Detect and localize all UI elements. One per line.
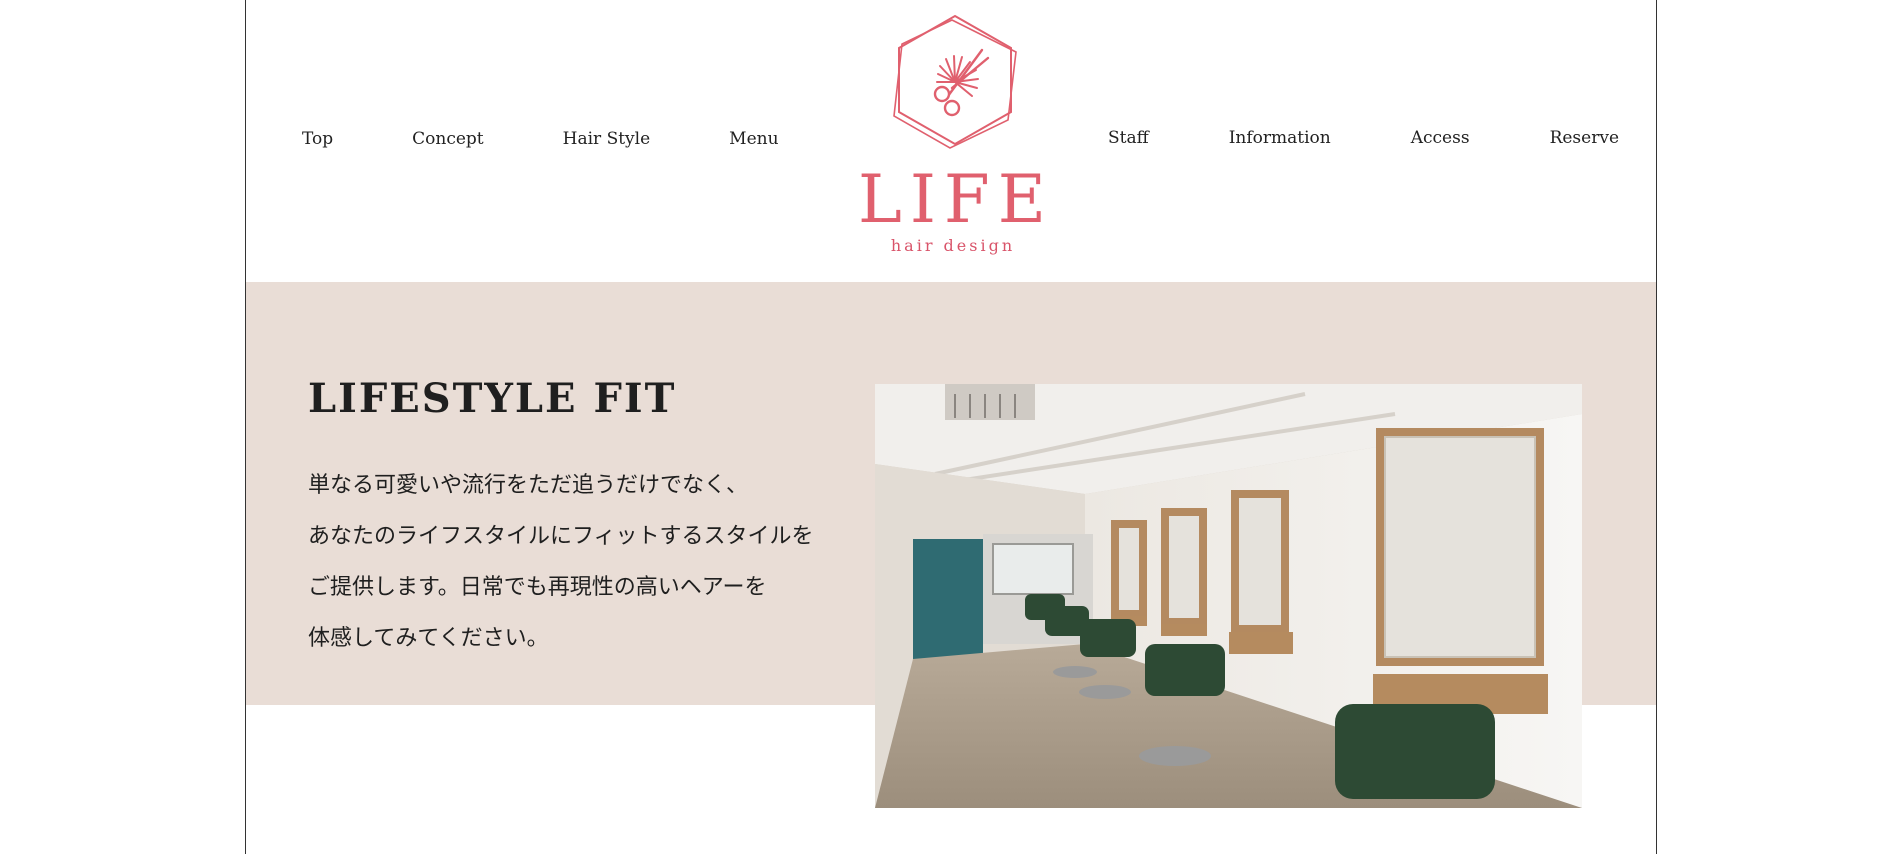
scissors-hexagon-icon [893,14,1017,149]
hero-text-line: 単なる可愛いや流行をただ追うだけでなく、 [308,473,749,498]
salon-interior-photo [875,384,1582,808]
nav-menu[interactable]: Menu [729,129,778,149]
hero-title: LIFESTYLE FIT [308,375,677,422]
page-frame: Top Concept Hair Style Menu LIFE hair de… [245,0,1657,854]
hero-text-line: ご提供します。日常でも再現性の高いヘアーを [308,575,767,600]
nav-right: Staff Information Access Reserve [1108,128,1619,148]
nav-staff[interactable]: Staff [1108,128,1149,148]
logo-wordmark: LIFE [858,161,1054,238]
logo-tagline: hair design [890,236,1016,255]
hero-text-line: 体感してみてください。 [308,626,549,651]
nav-hair-style[interactable]: Hair Style [563,129,651,149]
nav-left: Top Concept Hair Style Menu [302,129,779,149]
hero-text-line: あなたのライフスタイルにフィットするスタイルを [308,524,814,549]
hero-description: 単なる可愛いや流行をただ追うだけでなく、 あなたのライフスタイルにフィットするス… [308,466,868,670]
nav-concept[interactable]: Concept [412,129,484,149]
nav-top[interactable]: Top [302,129,333,149]
nav-access[interactable]: Access [1411,128,1470,148]
nav-information[interactable]: Information [1229,128,1331,148]
nav-reserve[interactable]: Reserve [1550,128,1619,148]
site-logo[interactable]: LIFE hair design [858,12,1048,262]
site-header: Top Concept Hair Style Menu LIFE hair de… [246,0,1656,282]
